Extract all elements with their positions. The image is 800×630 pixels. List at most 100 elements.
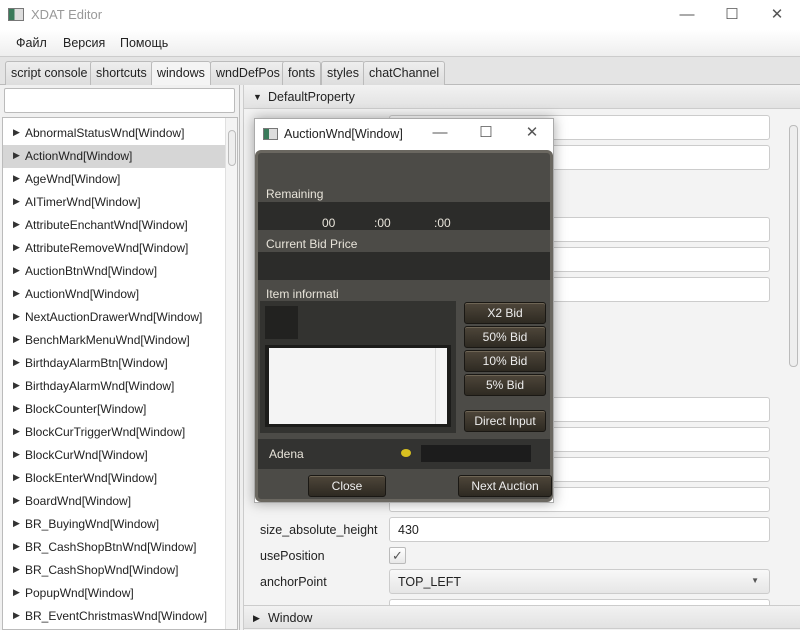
description-scrollbar[interactable]: [435, 348, 447, 424]
tree-item[interactable]: ▶ AgeWnd[Window]: [3, 168, 225, 191]
expand-right-icon[interactable]: ▶: [13, 518, 20, 529]
tree-item-label: AuctionWnd[Window]: [25, 287, 140, 301]
expand-right-icon[interactable]: ▶: [13, 403, 20, 414]
expand-right-icon[interactable]: ▶: [13, 426, 20, 437]
tree-item[interactable]: ▶ AbnormalStatusWnd[Window]: [3, 122, 225, 145]
next-auction-button[interactable]: Next Auction: [458, 475, 552, 497]
5-percent-bid-button[interactable]: 5% Bid: [464, 374, 546, 396]
maximize-button[interactable]: ☐: [717, 4, 747, 26]
expand-right-icon[interactable]: ▶: [13, 495, 20, 506]
section-default-property[interactable]: ▼ DefaultProperty: [244, 85, 800, 109]
tab-shortcuts[interactable]: shortcuts: [90, 61, 153, 85]
window-tree: ▶ AbnormalStatusWnd[Window] ▶ ActionWnd[Win…: [2, 117, 238, 630]
close-button[interactable]: ✕: [762, 4, 792, 26]
property-scrollbar[interactable]: [787, 111, 799, 605]
section-window[interactable]: ▶ Window: [244, 605, 800, 629]
menu-version[interactable]: Версия: [63, 36, 105, 50]
use-position-checkbox[interactable]: ✓: [389, 547, 406, 564]
expand-right-icon[interactable]: ▶: [13, 334, 20, 345]
adena-coin-icon: [401, 449, 411, 457]
tree-item-label: BlockCurTriggerWnd[Window]: [25, 425, 186, 439]
remaining-time-box: 00 :00 :00: [258, 202, 550, 230]
expand-right-icon[interactable]: ▶: [13, 219, 20, 230]
expand-right-icon[interactable]: ▶: [13, 288, 20, 299]
current-bid-box: [258, 252, 550, 280]
tree-item[interactable]: ▶ AITimerWnd[Window]: [3, 191, 225, 214]
close-auction-button[interactable]: Close: [308, 475, 386, 497]
item-icon-slot: [265, 306, 298, 339]
popup-maximize-button[interactable]: ☐: [471, 122, 501, 144]
expand-right-icon[interactable]: ▶: [13, 357, 20, 368]
tree-item[interactable]: ▶ BoardWnd[Window]: [3, 490, 225, 513]
50-percent-bid-button[interactable]: 50% Bid: [464, 326, 546, 348]
popup-minimize-button[interactable]: —: [425, 122, 455, 144]
expand-right-icon[interactable]: ▶: [13, 150, 20, 161]
expand-right-icon[interactable]: ▶: [13, 173, 20, 184]
tree-item[interactable]: ▶ ActionWnd[Window]: [3, 145, 225, 168]
anchor-point-select[interactable]: TOP_LEFT ▼: [389, 569, 770, 594]
tree-item[interactable]: ▶ BlockCounter[Window]: [3, 398, 225, 421]
anchor-point-label: anchorPoint: [260, 575, 327, 589]
tree-item[interactable]: ▶ NextAuctionDrawerWnd[Window]: [3, 306, 225, 329]
tree-item-label: AgeWnd[Window]: [25, 172, 121, 186]
tab-wnddefpos[interactable]: wndDefPos: [210, 61, 286, 85]
menu-bar: Файл Версия Помощь: [0, 30, 800, 57]
use-position-label: usePosition: [260, 549, 325, 563]
scroll-thumb[interactable]: [228, 130, 236, 166]
menu-file[interactable]: Файл: [16, 36, 47, 50]
adena-amount-box: [421, 445, 531, 462]
expand-right-icon[interactable]: ▶: [13, 472, 20, 483]
minimize-button[interactable]: —: [672, 4, 702, 26]
direct-input-button[interactable]: Direct Input: [464, 410, 546, 432]
tree-item[interactable]: ▶ PopupWnd[Window]: [3, 582, 225, 605]
tree-item[interactable]: ▶ BlockCurWnd[Window]: [3, 444, 225, 467]
tree-item-label: BR_CashShopBtnWnd[Window]: [25, 540, 197, 554]
tab-script-console[interactable]: script console: [5, 61, 94, 85]
tree-item[interactable]: ▶ AttributeRemoveWnd[Window]: [3, 237, 225, 260]
scroll-thumb[interactable]: [789, 125, 798, 367]
expand-right-icon[interactable]: ▶: [13, 610, 20, 621]
expand-right-icon[interactable]: ▶: [13, 541, 20, 552]
tab-windows[interactable]: windows: [151, 61, 211, 86]
tree-item[interactable]: ▶ BirthdayAlarmWnd[Window]: [3, 375, 225, 398]
tree-item[interactable]: ▶ BR_EventChristmasWnd[Window]: [3, 605, 225, 628]
x2-bid-button[interactable]: X2 Bid: [464, 302, 546, 324]
size-absolute-height-input[interactable]: 430: [389, 517, 770, 542]
tree-item[interactable]: ▶ AuctionWnd[Window]: [3, 283, 225, 306]
tree-item-label: AuctionBtnWnd[Window]: [25, 264, 158, 278]
adena-row: Adena: [258, 439, 550, 469]
tree-item[interactable]: ▶ AuctionBtnWnd[Window]: [3, 260, 225, 283]
menu-help[interactable]: Помощь: [120, 36, 168, 50]
tree-item[interactable]: ▶ BlockCurTriggerWnd[Window]: [3, 421, 225, 444]
tab-chatchannel[interactable]: chatChannel: [363, 61, 446, 85]
tree-item[interactable]: ▶ BR_CashShopBtnWnd[Window]: [3, 536, 225, 559]
expand-right-icon[interactable]: ▶: [13, 242, 20, 253]
expand-down-icon: ▼: [253, 92, 262, 102]
section-title: Window: [268, 611, 313, 625]
tree-item[interactable]: ▶ BR_CashShopWnd[Window]: [3, 559, 225, 582]
tree-item[interactable]: ▶ BR_BuyingWnd[Window]: [3, 513, 225, 536]
expand-right-icon[interactable]: ▶: [13, 587, 20, 598]
tree-item-label: BoardWnd[Window]: [25, 494, 132, 508]
expand-right-icon[interactable]: ▶: [13, 127, 20, 138]
expand-right-icon[interactable]: ▶: [13, 380, 20, 391]
search-input[interactable]: [4, 88, 235, 113]
app-title: XDAT Editor: [31, 7, 103, 22]
item-info-label: Item informati: [266, 287, 339, 301]
tree-item[interactable]: ▶ BlockEnterWnd[Window]: [3, 467, 225, 490]
time-minutes: :00: [374, 216, 391, 230]
popup-close-button[interactable]: ✕: [517, 122, 547, 144]
list-scrollbar[interactable]: [225, 118, 237, 629]
10-percent-bid-button[interactable]: 10% Bid: [464, 350, 546, 372]
tree-item[interactable]: ▶ AttributeEnchantWnd[Window]: [3, 214, 225, 237]
expand-right-icon[interactable]: ▶: [13, 311, 20, 322]
tree-item[interactable]: ▶ BirthdayAlarmBtn[Window]: [3, 352, 225, 375]
tree-item[interactable]: ▶ BenchMarkMenuWnd[Window]: [3, 329, 225, 352]
expand-right-icon[interactable]: ▶: [13, 564, 20, 575]
tab-fonts[interactable]: fonts: [282, 61, 322, 85]
tab-styles[interactable]: styles: [321, 61, 365, 85]
expand-right-icon[interactable]: ▶: [13, 265, 20, 276]
expand-right-icon[interactable]: ▶: [13, 449, 20, 460]
expand-right-icon[interactable]: ▶: [13, 196, 20, 207]
tree-item-label: BlockCounter[Window]: [25, 402, 147, 416]
